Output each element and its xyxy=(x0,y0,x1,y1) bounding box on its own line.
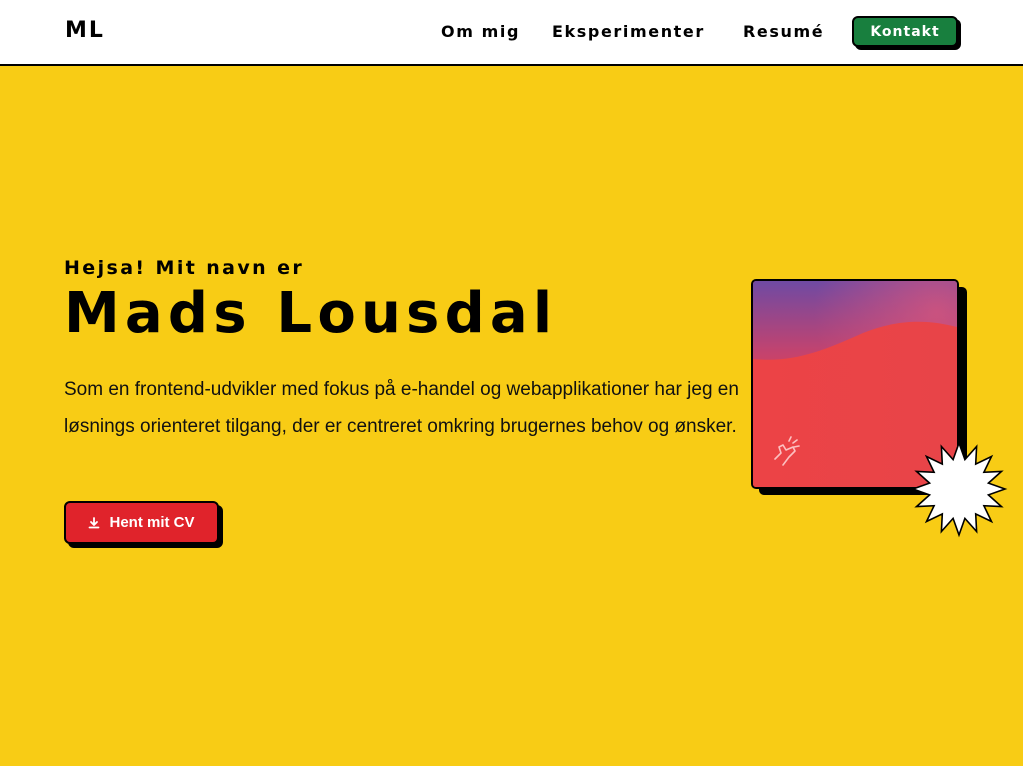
hero-intro: Som en frontend-udvikler med fokus på e-… xyxy=(64,379,739,437)
download-cv-label: Hent mit CV xyxy=(109,514,195,531)
starburst-badge xyxy=(910,440,1008,538)
contact-button[interactable]: Kontakt xyxy=(852,16,958,47)
nav-link-om-mig[interactable]: Om mig xyxy=(441,22,520,41)
hero-greeting: Hejsa! Mit navn er xyxy=(64,257,305,279)
nav-link-resume[interactable]: Resumé xyxy=(743,22,824,41)
nav-link-eksperimenter[interactable]: Eksperimenter xyxy=(552,22,705,41)
download-cv-button[interactable]: Hent mit CV xyxy=(64,501,219,544)
download-icon xyxy=(89,516,100,528)
hero-name: Mads Lousdal xyxy=(64,281,558,346)
site-header: ML Om mig Eksperimenter Resumé Kontakt xyxy=(0,0,1023,66)
logo[interactable]: ML xyxy=(65,18,105,43)
